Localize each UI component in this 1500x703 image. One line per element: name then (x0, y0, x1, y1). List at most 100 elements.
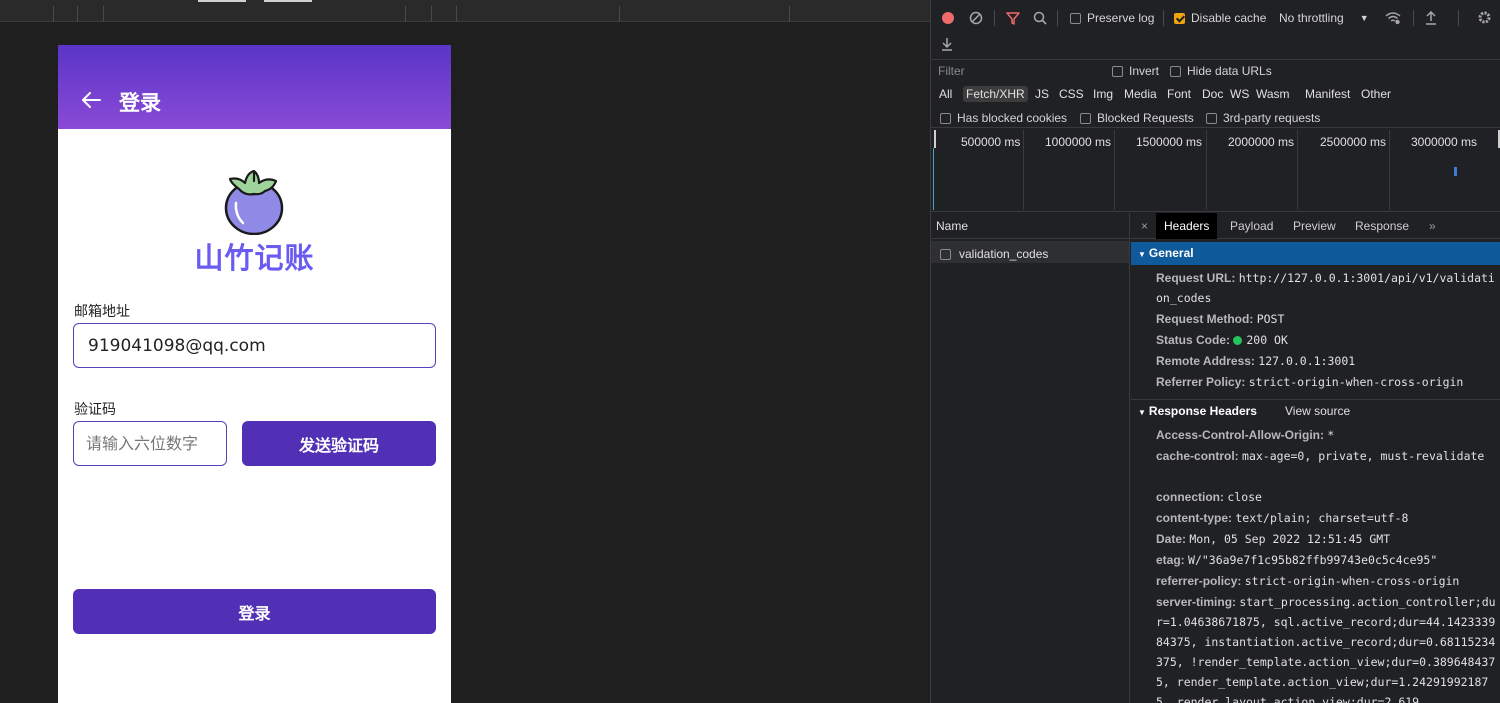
blocked-requests-checkbox[interactable]: Blocked Requests (1080, 110, 1194, 126)
email-label: 邮箱地址 (74, 304, 130, 320)
third-party-requests-checkbox[interactable]: 3rd-party requests (1206, 110, 1320, 126)
timeline-handle[interactable] (934, 130, 936, 148)
timeline-gridline (1297, 130, 1298, 210)
email-input[interactable] (73, 323, 436, 368)
timeline-gridline (1389, 130, 1390, 210)
general-title: General (1148, 246, 1194, 260)
checkbox-box[interactable] (1080, 112, 1091, 124)
clear-icon[interactable] (969, 11, 983, 25)
toolbar-separator (1057, 10, 1058, 26)
back-arrow-icon[interactable] (80, 89, 102, 111)
etag-row: etag: W/"36a9e7f1c95b82ffb99743e0c5c4ce9… (1156, 550, 1498, 570)
response-headers-title: Response Headers (1148, 404, 1257, 418)
has-blocked-cookies-label: Has blocked cookies (957, 111, 1068, 125)
type-ws[interactable]: WS (1227, 86, 1252, 102)
disable-cache-checkbox[interactable]: Disable cache (1174, 10, 1266, 26)
header-value: Mon, 05 Sep 2022 12:51:45 GMT (1189, 532, 1391, 546)
status-ok-icon (1233, 336, 1243, 345)
verification-code-input[interactable] (73, 421, 227, 466)
has-blocked-cookies-checkbox[interactable]: Has blocked cookies (940, 110, 1067, 126)
throttling-select[interactable]: No throttling ▼ (1279, 10, 1369, 26)
request-type-icon (940, 248, 951, 260)
type-fetch-xhr[interactable]: Fetch/XHR (963, 86, 1028, 102)
checkbox-box-checked[interactable] (1174, 12, 1185, 24)
timeline-gridline (1114, 130, 1115, 210)
upload-icon[interactable] (1425, 11, 1437, 25)
preserve-log-checkbox[interactable]: Preserve log (1070, 10, 1154, 26)
disable-cache-label: Disable cache (1191, 11, 1267, 25)
network-conditions-icon[interactable] (1385, 11, 1401, 25)
tab-payload[interactable]: Payload (1222, 213, 1281, 239)
checkbox-box[interactable] (1170, 65, 1181, 77)
timeline-marker (933, 148, 934, 210)
checkbox-box[interactable] (1112, 65, 1123, 77)
mangosteen-logo-icon (224, 169, 284, 235)
timeline-label: 3000000 ms (1411, 135, 1478, 149)
timeline-label: 500000 ms (961, 135, 1021, 149)
checkbox-box[interactable] (1070, 12, 1081, 24)
type-media[interactable]: Media (1121, 86, 1160, 102)
toolbar-separator (1458, 10, 1459, 26)
header-key: etag: (1156, 553, 1185, 567)
filter-icon[interactable] (1006, 11, 1020, 25)
record-icon[interactable] (941, 11, 955, 25)
gear-icon[interactable] (1477, 10, 1492, 25)
view-source-link[interactable]: View source (1285, 400, 1350, 422)
download-icon[interactable] (941, 37, 953, 51)
timeline-label: 2000000 ms (1228, 135, 1295, 149)
more-tabs-icon[interactable]: » (1421, 213, 1444, 239)
type-other[interactable]: Other (1358, 86, 1394, 102)
type-font[interactable]: Font (1164, 86, 1194, 102)
header-value: POST (1256, 312, 1285, 326)
header-value: start_processing.action_controller;dur=1… (1156, 595, 1496, 703)
invert-checkbox[interactable]: Invert (1112, 63, 1159, 79)
timeline-gridline (1023, 130, 1024, 210)
checkbox-box[interactable] (940, 112, 951, 124)
checkbox-box[interactable] (1206, 112, 1217, 124)
network-toolbar: Preserve log Disable cache No throttling… (931, 0, 1500, 60)
timeline-label: 1500000 ms (1136, 135, 1203, 149)
device-viewport: 登录 山竹记账 邮箱地址 验证码 发送验证码 登录 (0, 0, 930, 703)
header-key: Access-Control-Allow-Origin: (1156, 428, 1325, 442)
timeline-request-bar (1454, 167, 1457, 176)
send-code-button[interactable]: 发送验证码 (242, 421, 436, 466)
filter-row: Invert Hide data URLs (931, 60, 1500, 82)
request-details: × Headers Payload Preview Response » ▼ Ge… (1131, 213, 1500, 703)
tab-headers[interactable]: Headers (1156, 213, 1218, 239)
tab-response[interactable]: Response (1347, 213, 1417, 239)
type-manifest[interactable]: Manifest (1302, 86, 1353, 102)
search-icon[interactable] (1033, 11, 1047, 25)
triangle-down-icon: ▼ (1138, 250, 1146, 259)
type-css[interactable]: CSS (1056, 86, 1087, 102)
filter-input[interactable] (935, 62, 1099, 80)
general-section-header[interactable]: ▼ General (1131, 242, 1500, 265)
type-img[interactable]: Img (1090, 86, 1116, 102)
header-value: * (1327, 428, 1335, 442)
request-row[interactable]: validation_codes (931, 241, 1129, 263)
code-label: 验证码 (74, 402, 116, 418)
type-js[interactable]: JS (1032, 86, 1052, 102)
devtools-network-panel: Preserve log Disable cache No throttling… (930, 0, 1500, 703)
timeline-overview[interactable]: 500000 ms 1000000 ms 1500000 ms 2000000 … (931, 130, 1500, 212)
login-button[interactable]: 登录 (73, 589, 436, 634)
header-key: cache-control: (1156, 449, 1239, 463)
close-icon[interactable]: × (1133, 213, 1156, 239)
request-name: validation_codes (959, 247, 1049, 261)
header-key: Date: (1156, 532, 1187, 546)
timeline-label: 1000000 ms (1045, 135, 1112, 149)
mobile-app-screen: 登录 山竹记账 邮箱地址 验证码 发送验证码 登录 (58, 45, 451, 703)
device-toolbar-ruler (0, 0, 930, 22)
brand-name: 山竹记账 (194, 241, 315, 275)
name-column-header[interactable]: Name (931, 213, 1129, 239)
response-headers-section-header[interactable]: ▼ Response Headers View source (1131, 399, 1500, 421)
header-key: referrer-policy: (1156, 574, 1242, 588)
hide-data-urls-label: Hide data URLs (1187, 64, 1272, 78)
type-doc[interactable]: Doc (1199, 86, 1226, 102)
tab-preview[interactable]: Preview (1285, 213, 1344, 239)
header-value: max-age=0, private, must-revalidate (1242, 449, 1485, 463)
type-wasm[interactable]: Wasm (1253, 86, 1293, 102)
timeline-gridline (1206, 130, 1207, 210)
type-all[interactable]: All (936, 86, 955, 102)
toolbar-separator (1163, 10, 1164, 26)
hide-data-urls-checkbox[interactable]: Hide data URLs (1170, 63, 1272, 79)
